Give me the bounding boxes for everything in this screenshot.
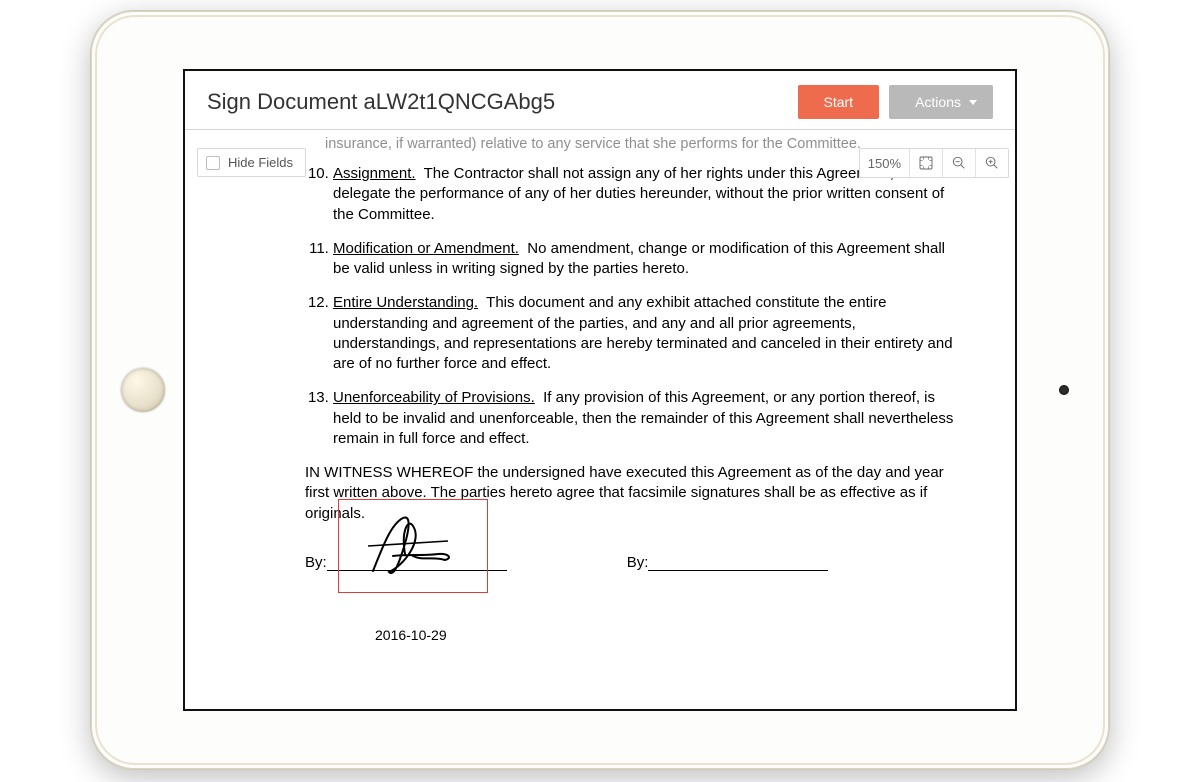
actions-button-label: Actions xyxy=(915,94,961,110)
clause-heading: Modification or Amendment. xyxy=(333,240,519,257)
clause-entire-understanding: Entire Understanding. This document and … xyxy=(333,293,975,374)
signature-icon xyxy=(353,506,473,586)
signature-block-1: By: xyxy=(305,554,507,571)
header-actions: Start Actions xyxy=(798,85,994,119)
page-title: Sign Document aLW2t1QNCGAbg5 xyxy=(207,89,555,115)
clause-body: The Contractor shall not assign any of h… xyxy=(333,165,944,223)
document-viewport[interactable]: insurance, if warranted) relative to any… xyxy=(185,129,1015,709)
clause-heading: Assignment. xyxy=(333,165,416,182)
zoom-in-button[interactable] xyxy=(975,149,1008,177)
by-label-2: By: xyxy=(627,554,649,571)
app-screen: Sign Document aLW2t1QNCGAbg5 Start Actio… xyxy=(183,69,1017,711)
signature-date: 2016-10-29 xyxy=(375,627,975,643)
ipad-camera xyxy=(1059,385,1069,395)
clause-heading: Unenforceability of Provisions. xyxy=(333,389,535,406)
hide-fields-label: Hide Fields xyxy=(228,155,293,170)
signature-line-2[interactable] xyxy=(648,555,828,571)
ipad-frame: Sign Document aLW2t1QNCGAbg5 Start Actio… xyxy=(90,10,1110,770)
clause-heading: Entire Understanding. xyxy=(333,294,478,311)
zoom-out-button[interactable] xyxy=(942,149,975,177)
checkbox-icon xyxy=(206,156,220,170)
start-button-label: Start xyxy=(824,94,854,110)
signature-row: By: By: xyxy=(305,554,975,571)
signature-field[interactable] xyxy=(338,499,488,593)
fullscreen-button[interactable] xyxy=(909,149,942,177)
clause-modification: Modification or Amendment. No amendment,… xyxy=(333,239,975,280)
start-button[interactable]: Start xyxy=(798,85,880,119)
zoom-out-icon xyxy=(951,155,967,171)
hide-fields-toggle[interactable]: Hide Fields xyxy=(197,148,306,177)
actions-dropdown-button[interactable]: Actions xyxy=(889,85,993,119)
fullscreen-icon xyxy=(918,155,934,171)
zoom-level-display: 150% xyxy=(860,149,909,177)
by-label-1: By: xyxy=(305,554,327,571)
app-header: Sign Document aLW2t1QNCGAbg5 Start Actio… xyxy=(185,71,1015,132)
zoom-in-icon xyxy=(984,155,1000,171)
clauses-list: Assignment. The Contractor shall not ass… xyxy=(305,164,975,449)
signature-block-2: By: xyxy=(627,554,829,571)
ipad-home-button[interactable] xyxy=(121,368,165,412)
chevron-down-icon xyxy=(969,100,977,105)
zoom-toolbar: 150% xyxy=(859,148,1009,178)
clause-unenforceability: Unenforceability of Provisions. If any p… xyxy=(333,388,975,449)
